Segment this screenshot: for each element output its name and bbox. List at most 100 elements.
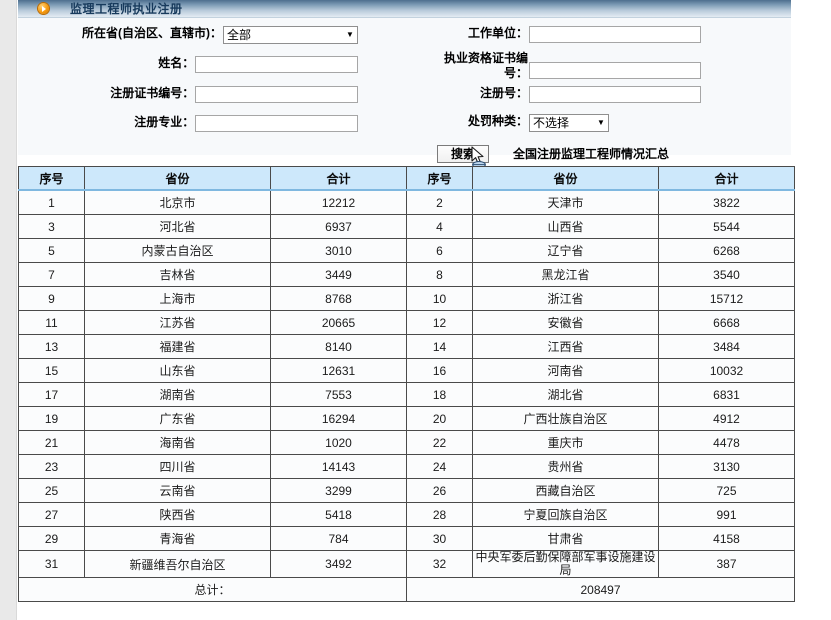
row-province-right: 中央军委后勤保障部军事设施建设局 <box>472 550 659 578</box>
col-header-total-left: 合计 <box>270 166 407 191</box>
row-index-right: 12 <box>406 310 473 335</box>
row-province-left: 四川省 <box>84 454 271 479</box>
row-total-left: 3010 <box>270 238 407 263</box>
row-province-right: 西藏自治区 <box>472 478 659 503</box>
row-total-left: 3492 <box>270 550 407 578</box>
row-total-left: 8768 <box>270 286 407 311</box>
table-row: 9 上海市 8768 10 浙江省 15712 <box>18 286 795 311</box>
table-row: 21 海南省 1020 22 重庆市 4478 <box>18 430 795 455</box>
table-body: 1 北京市 12212 2 天津市 3822 3 河北省 6937 4 山西省 5544 5 内蒙古自治区… <box>18 189 795 578</box>
row-index-left: 17 <box>18 382 85 407</box>
row-index-left: 1 <box>18 189 85 215</box>
row-index-right: 6 <box>406 238 473 263</box>
row-index-left: 19 <box>18 406 85 431</box>
row-total-right: 3540 <box>658 262 795 287</box>
row-total-left: 12631 <box>270 358 407 383</box>
row-province-left: 云南省 <box>84 478 271 503</box>
col-header-index-right: 序号 <box>406 166 473 191</box>
row-index-right: 22 <box>406 430 473 455</box>
row-province-left: 江苏省 <box>84 310 271 335</box>
field-province: 所在省(自治区、直辖市)： 全部 ▼ <box>18 26 358 44</box>
search-button[interactable]: 搜索 <box>437 145 489 163</box>
left-gutter <box>0 0 17 620</box>
table-row: 31 新疆维吾尔自治区 3492 32 中央军委后勤保障部军事设施建设局 387 <box>18 550 795 578</box>
row-province-right: 安徽省 <box>472 310 659 335</box>
row-total-right: 6268 <box>658 238 795 263</box>
field-penalty-type-label: 处罚种类： <box>467 114 528 128</box>
table-row: 15 山东省 12631 16 河南省 10032 <box>18 358 795 383</box>
row-province-left: 湖南省 <box>84 382 271 407</box>
row-total-right: 3130 <box>658 454 795 479</box>
results-table-wrap: 序号 省份 合计 序号 省份 合计 1 北京市 12212 2 天津市 3822 3 河北省 6… <box>18 166 795 602</box>
page-root: 监理工程师执业注册 所在省(自治区、直辖市)： 全部 ▼ 工作单位： 姓名： 执… <box>0 0 831 620</box>
row-index-left: 7 <box>18 262 85 287</box>
row-total-left: 3449 <box>270 262 407 287</box>
row-index-left: 25 <box>18 478 85 503</box>
table-row: 3 河北省 6937 4 山西省 5544 <box>18 214 795 239</box>
row-province-left: 青海省 <box>84 526 271 551</box>
penalty-type-select[interactable]: 不选择 ▼ <box>529 114 609 132</box>
row-total-left: 8140 <box>270 334 407 359</box>
table-row: 5 内蒙古自治区 3010 6 辽宁省 6268 <box>18 238 795 263</box>
row-province-right: 黑龙江省 <box>472 262 659 287</box>
col-header-province-right: 省份 <box>472 166 659 191</box>
field-qualification-cert-no-label: 执业资格证书编 号： <box>443 51 528 80</box>
table-row: 23 四川省 14143 24 贵州省 3130 <box>18 454 795 479</box>
province-select-value: 全部 <box>227 28 252 42</box>
row-province-left: 河北省 <box>84 214 271 239</box>
row-province-left: 海南省 <box>84 430 271 455</box>
row-province-left: 内蒙古自治区 <box>84 238 271 263</box>
row-province-right: 宁夏回族自治区 <box>472 502 659 527</box>
row-index-right: 20 <box>406 406 473 431</box>
row-province-left: 陕西省 <box>84 502 271 527</box>
province-select[interactable]: 全部 ▼ <box>223 26 358 44</box>
total-label: 总计： <box>18 577 407 602</box>
chevron-down-icon: ▼ <box>597 118 605 127</box>
registration-cert-no-input[interactable] <box>195 86 358 103</box>
row-province-right: 辽宁省 <box>472 238 659 263</box>
row-total-right: 991 <box>658 502 795 527</box>
row-index-right: 16 <box>406 358 473 383</box>
row-total-left: 7553 <box>270 382 407 407</box>
table-row: 11 江苏省 20665 12 安徽省 6668 <box>18 310 795 335</box>
field-name-label: 姓名： <box>158 56 195 70</box>
row-index-right: 18 <box>406 382 473 407</box>
row-index-right: 32 <box>406 550 473 578</box>
field-penalty-type: 处罚种类： 不选择 ▼ <box>408 114 738 132</box>
field-work-unit: 工作单位： <box>408 26 738 43</box>
row-index-right: 14 <box>406 334 473 359</box>
field-registration-no: 注册号： <box>408 86 738 103</box>
search-form: 所在省(自治区、直辖市)： 全部 ▼ 工作单位： 姓名： 执业资格证书编 号： <box>18 18 791 155</box>
qualification-cert-no-input[interactable] <box>529 62 701 79</box>
registration-no-input[interactable] <box>529 86 701 103</box>
name-input[interactable] <box>195 56 358 73</box>
row-province-right: 广西壮族自治区 <box>472 406 659 431</box>
row-province-right: 江西省 <box>472 334 659 359</box>
table-row: 29 青海省 784 30 甘肃省 4158 <box>18 526 795 551</box>
major-input[interactable] <box>195 115 358 132</box>
table-row: 17 湖南省 7553 18 湖北省 6831 <box>18 382 795 407</box>
row-total-right: 4158 <box>658 526 795 551</box>
penalty-type-select-value: 不选择 <box>533 116 570 130</box>
table-row: 27 陕西省 5418 28 宁夏回族自治区 991 <box>18 502 795 527</box>
summary-caption: 全国注册监理工程师情况汇总 <box>513 147 670 161</box>
row-index-right: 26 <box>406 478 473 503</box>
chevron-down-icon: ▼ <box>346 30 354 39</box>
row-province-right: 贵州省 <box>472 454 659 479</box>
table-row: 7 吉林省 3449 8 黑龙江省 3540 <box>18 262 795 287</box>
search-panel: 监理工程师执业注册 所在省(自治区、直辖市)： 全部 ▼ 工作单位： 姓名： 执… <box>18 0 791 155</box>
row-index-left: 15 <box>18 358 85 383</box>
row-index-right: 10 <box>406 286 473 311</box>
field-province-label: 所在省(自治区、直辖市)： <box>82 26 222 40</box>
col-header-province-left: 省份 <box>84 166 271 191</box>
row-total-right: 5544 <box>658 214 795 239</box>
row-index-right: 2 <box>406 189 473 215</box>
work-unit-input[interactable] <box>529 26 701 43</box>
row-index-left: 29 <box>18 526 85 551</box>
field-work-unit-label: 工作单位： <box>467 26 528 40</box>
row-index-left: 13 <box>18 334 85 359</box>
row-province-right: 甘肃省 <box>472 526 659 551</box>
panel-titlebar: 监理工程师执业注册 <box>18 0 791 18</box>
orange-play-bullet-icon <box>38 3 49 14</box>
total-value: 208497 <box>406 577 795 602</box>
